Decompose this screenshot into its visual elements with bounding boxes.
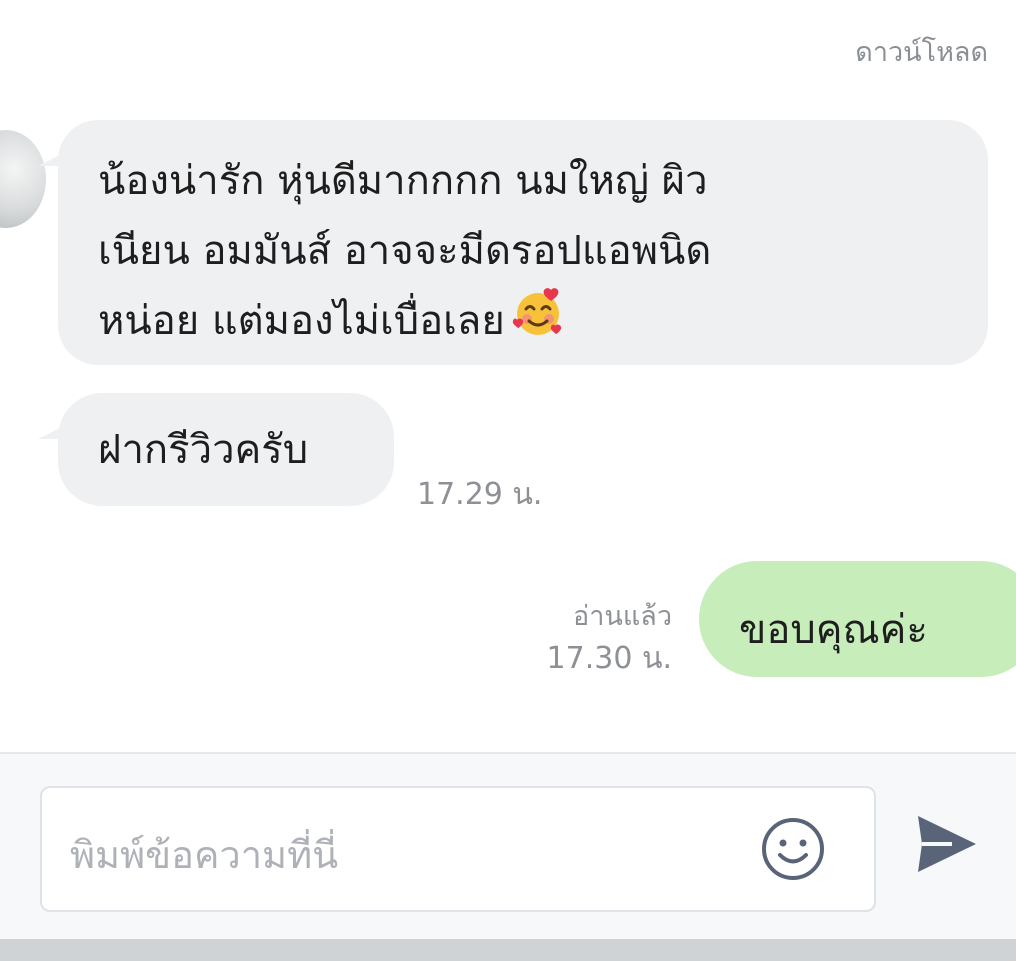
- smiling-face-with-hearts-icon: [511, 286, 565, 362]
- chat-area: ดาวน์โหลด น้องน่ารัก หุ่นดีมากกกก นมใหญ่…: [0, 0, 1016, 752]
- message-text: น้องน่ารัก หุ่นดีมากกกก นมใหญ่ ผิว เนียน…: [98, 146, 948, 362]
- message-line: หน่อย แต่มองไม่เบื่อเลย: [98, 286, 948, 362]
- message-meta: อ่านแล้ว 17.30 น.: [547, 596, 672, 680]
- bubble-tail: [38, 427, 62, 439]
- message-bubble-incoming[interactable]: ฝากรีวิวครับ: [38, 393, 394, 506]
- read-status: อ่านแล้ว: [573, 601, 672, 632]
- message-timestamp: 17.30 น.: [546, 641, 672, 676]
- message-text: ฝากรีวิวครับ: [98, 427, 309, 473]
- bubble-tail: [38, 154, 62, 166]
- smile-icon[interactable]: [760, 816, 826, 882]
- message-line: เนียน อมมันส์ อาจจะมีดรอปแอพนิด: [98, 228, 712, 274]
- download-link[interactable]: ดาวน์โหลด: [855, 30, 988, 73]
- send-icon[interactable]: [912, 812, 980, 876]
- message-bubble-incoming[interactable]: น้องน่ารัก หุ่นดีมากกกก นมใหญ่ ผิว เนียน…: [38, 120, 988, 365]
- system-nav-bar: [0, 939, 1016, 961]
- message-line-text: หน่อย แต่มองไม่เบื่อเลย: [98, 298, 505, 344]
- message-text: ขอบคุณค่ะ: [739, 607, 928, 653]
- message-input[interactable]: พิมพ์ข้อความที่นี่: [40, 786, 876, 912]
- message-line: น้องน่ารัก หุ่นดีมากกกก นมใหญ่ ผิว: [98, 158, 708, 204]
- message-bubble-outgoing[interactable]: ขอบคุณค่ะ: [699, 561, 1016, 677]
- avatar[interactable]: [0, 130, 46, 228]
- message-timestamp: 17.29 น.: [417, 477, 543, 512]
- message-composer: พิมพ์ข้อความที่นี่: [0, 752, 1016, 941]
- message-input-placeholder: พิมพ์ข้อความที่นี่: [70, 833, 339, 877]
